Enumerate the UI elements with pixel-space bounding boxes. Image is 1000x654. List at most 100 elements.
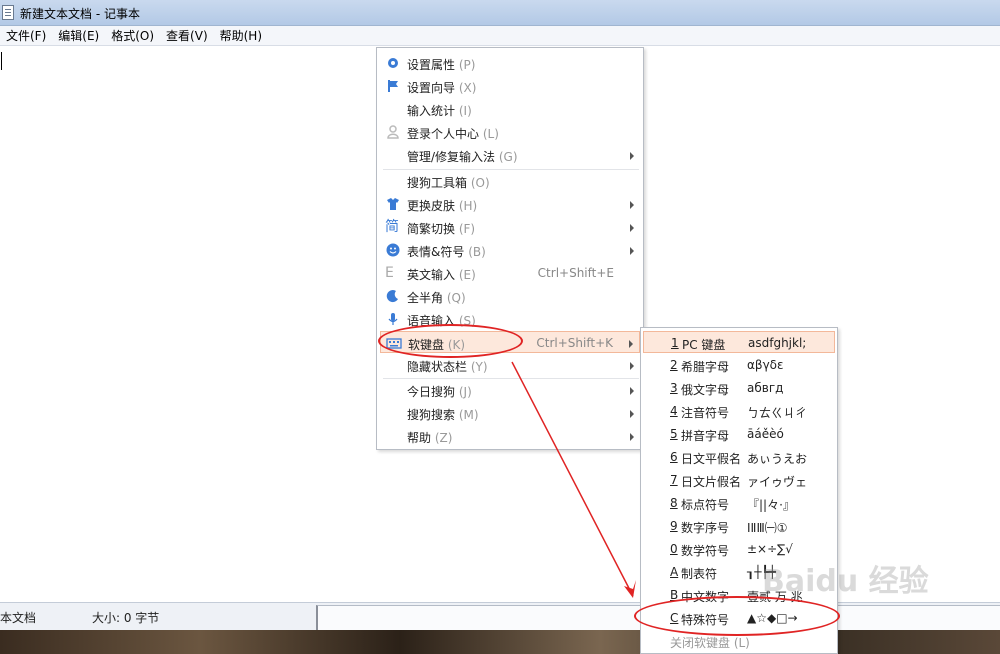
submenu-item[interactable]: 8 标点符号 『||々·』 bbox=[643, 492, 835, 514]
submenu-item[interactable]: 7 日文片假名 ァイゥヴェ bbox=[643, 469, 835, 491]
menu-item-manage[interactable]: 管理/修复输入法 (G) bbox=[380, 144, 640, 166]
menu-item-fullwidth[interactable]: 全半角 (Q) bbox=[380, 285, 640, 307]
submenu-item[interactable]: 2 希腊字母 αβγδε bbox=[643, 354, 835, 376]
menu-item-search[interactable]: 搜狗搜索 (M) bbox=[380, 402, 640, 424]
submenu-preview: āáěèó bbox=[747, 427, 784, 441]
menu-item-hide-status[interactable]: 隐藏状态栏 (Y) bbox=[380, 354, 640, 376]
submenu-name: 希腊字母 bbox=[681, 360, 730, 374]
submenu-key: 3 bbox=[670, 381, 678, 395]
menu-shortcut: (Y) bbox=[470, 360, 488, 374]
menu-item-emoji[interactable]: 表情&符号 (B) bbox=[380, 239, 640, 261]
menu-hotkey: Ctrl+Shift+K bbox=[536, 336, 613, 350]
menu-item-toolbox[interactable]: 搜狗工具箱 (O) bbox=[380, 170, 640, 192]
jian-icon: 简 bbox=[385, 219, 399, 235]
submenu-arrow-icon bbox=[629, 340, 633, 348]
submenu-item[interactable]: 1 PC 键盘 asdfghjkl; bbox=[643, 331, 835, 353]
submenu-preview: ァイゥヴェ bbox=[747, 475, 808, 489]
submenu-preview: 『||々·』 bbox=[747, 498, 795, 512]
baidu-watermark: Baidu 经验 bbox=[762, 564, 929, 599]
menu-label: 搜狗搜索 bbox=[407, 408, 456, 422]
submenu-arrow-icon bbox=[630, 433, 634, 441]
submenu-name: 数学符号 bbox=[681, 544, 730, 558]
menu-help[interactable]: 帮助(H) bbox=[214, 27, 268, 44]
submenu-name: 关闭软键盘 (L) bbox=[670, 636, 750, 650]
submenu-item[interactable]: 3 俄文字母 абвгд bbox=[643, 377, 835, 399]
menu-bar: 文件(F) 编辑(E) 格式(O) 查看(V) 帮助(H) bbox=[0, 26, 1000, 46]
menu-label: 设置向导 bbox=[407, 81, 456, 95]
menu-shortcut: (J) bbox=[458, 385, 472, 399]
menu-shortcut: (P) bbox=[458, 58, 476, 72]
submenu-key: 4 bbox=[670, 404, 678, 418]
submenu-arrow-icon bbox=[630, 410, 634, 418]
title-bar: 新建文本文档 - 记事本 bbox=[0, 0, 1000, 26]
menu-shortcut: (O) bbox=[470, 176, 490, 190]
submenu-name: 数字序号 bbox=[681, 521, 730, 535]
menu-label: 英文输入 bbox=[407, 268, 456, 282]
submenu-item[interactable]: 6 日文平假名 あぃうえお bbox=[643, 446, 835, 468]
submenu-name: 拼音字母 bbox=[681, 429, 730, 443]
submenu-item[interactable]: 9 数字序号 ⅠⅡⅢ㈠① bbox=[643, 515, 835, 537]
menu-label: 更换皮肤 bbox=[407, 199, 456, 213]
menu-shortcut: (I) bbox=[458, 104, 472, 118]
menu-item-skin[interactable]: 更换皮肤 (H) bbox=[380, 193, 640, 215]
menu-edit[interactable]: 编辑(E) bbox=[52, 27, 105, 44]
menu-shortcut: (H) bbox=[458, 199, 478, 213]
menu-label: 登录个人中心 bbox=[407, 127, 480, 141]
menu-file[interactable]: 文件(F) bbox=[0, 27, 52, 44]
submenu-preview: ±×÷∑√ bbox=[747, 542, 793, 556]
menu-label: 隐藏状态栏 bbox=[407, 360, 468, 374]
notepad-icon bbox=[2, 5, 14, 20]
menu-format[interactable]: 格式(O) bbox=[105, 27, 160, 44]
menu-shortcut: (Z) bbox=[434, 431, 453, 445]
submenu-name: 标点符号 bbox=[681, 498, 730, 512]
menu-label: 全半角 bbox=[407, 291, 444, 305]
menu-shortcut: (F) bbox=[458, 222, 476, 236]
e-icon: E bbox=[385, 265, 394, 281]
submenu-arrow-icon bbox=[630, 362, 634, 370]
submenu-key: 1 bbox=[671, 336, 679, 350]
submenu-preview: あぃうえお bbox=[747, 452, 808, 466]
submenu-key: 2 bbox=[670, 358, 678, 372]
menu-label: 今日搜狗 bbox=[407, 385, 456, 399]
gear-icon bbox=[388, 58, 398, 68]
mic-icon bbox=[388, 313, 398, 325]
status-doc: 本文档 bbox=[0, 611, 37, 625]
submenu-key: 5 bbox=[670, 427, 678, 441]
annotation-ellipse-special-symbols bbox=[634, 596, 840, 636]
submenu-preview: ㄅㄊㄍㄐㄔ bbox=[747, 406, 808, 420]
submenu-item[interactable]: 5 拼音字母 āáěèó bbox=[643, 423, 835, 445]
submenu-arrow-icon bbox=[630, 152, 634, 160]
menu-label: 管理/修复输入法 bbox=[407, 150, 496, 164]
menu-label: 搜狗工具箱 bbox=[407, 176, 468, 190]
menu-item-wizard[interactable]: 设置向导 (X) bbox=[380, 75, 640, 97]
annotation-ellipse-soft-keyboard bbox=[378, 324, 523, 358]
window-title: 新建文本文档 - 记事本 bbox=[20, 7, 140, 21]
submenu-key: 8 bbox=[670, 496, 678, 510]
menu-item-simp-trad[interactable]: 简 简繁切换 (F) bbox=[380, 216, 640, 238]
menu-item-settings[interactable]: 设置属性 (P) bbox=[380, 52, 640, 74]
menu-item-today[interactable]: 今日搜狗 (J) bbox=[380, 379, 640, 401]
menu-shortcut: (E) bbox=[458, 268, 476, 282]
submenu-item[interactable]: 4 注音符号 ㄅㄊㄍㄐㄔ bbox=[643, 400, 835, 422]
menu-view[interactable]: 查看(V) bbox=[160, 27, 214, 44]
menu-item-help[interactable]: 帮助 (Z) bbox=[380, 425, 640, 447]
submenu-preview: ⅠⅡⅢ㈠① bbox=[747, 521, 788, 535]
user-icon bbox=[387, 125, 399, 139]
taskbar bbox=[0, 630, 1000, 654]
submenu-name: 俄文字母 bbox=[681, 383, 730, 397]
menu-shortcut: (B) bbox=[468, 245, 486, 259]
menu-label: 帮助 bbox=[407, 431, 432, 445]
menu-item-login[interactable]: 登录个人中心 (L) bbox=[380, 121, 640, 143]
submenu-preview: αβγδε bbox=[747, 358, 784, 372]
submenu-name: 注音符号 bbox=[681, 406, 730, 420]
submenu-key: A bbox=[670, 565, 679, 579]
status-size: 大小: 0 字节 bbox=[92, 611, 160, 625]
submenu-name: 日文片假名 bbox=[681, 475, 742, 489]
menu-label: 设置属性 bbox=[407, 58, 456, 72]
menu-item-stats[interactable]: 输入统计 (I) bbox=[380, 98, 640, 120]
menu-item-english[interactable]: E 英文输入 (E) Ctrl+Shift+E bbox=[380, 262, 640, 284]
shirt-icon bbox=[387, 198, 399, 210]
menu-label: 输入统计 bbox=[407, 104, 456, 118]
submenu-arrow-icon bbox=[630, 387, 634, 395]
menu-shortcut: (L) bbox=[482, 127, 499, 141]
